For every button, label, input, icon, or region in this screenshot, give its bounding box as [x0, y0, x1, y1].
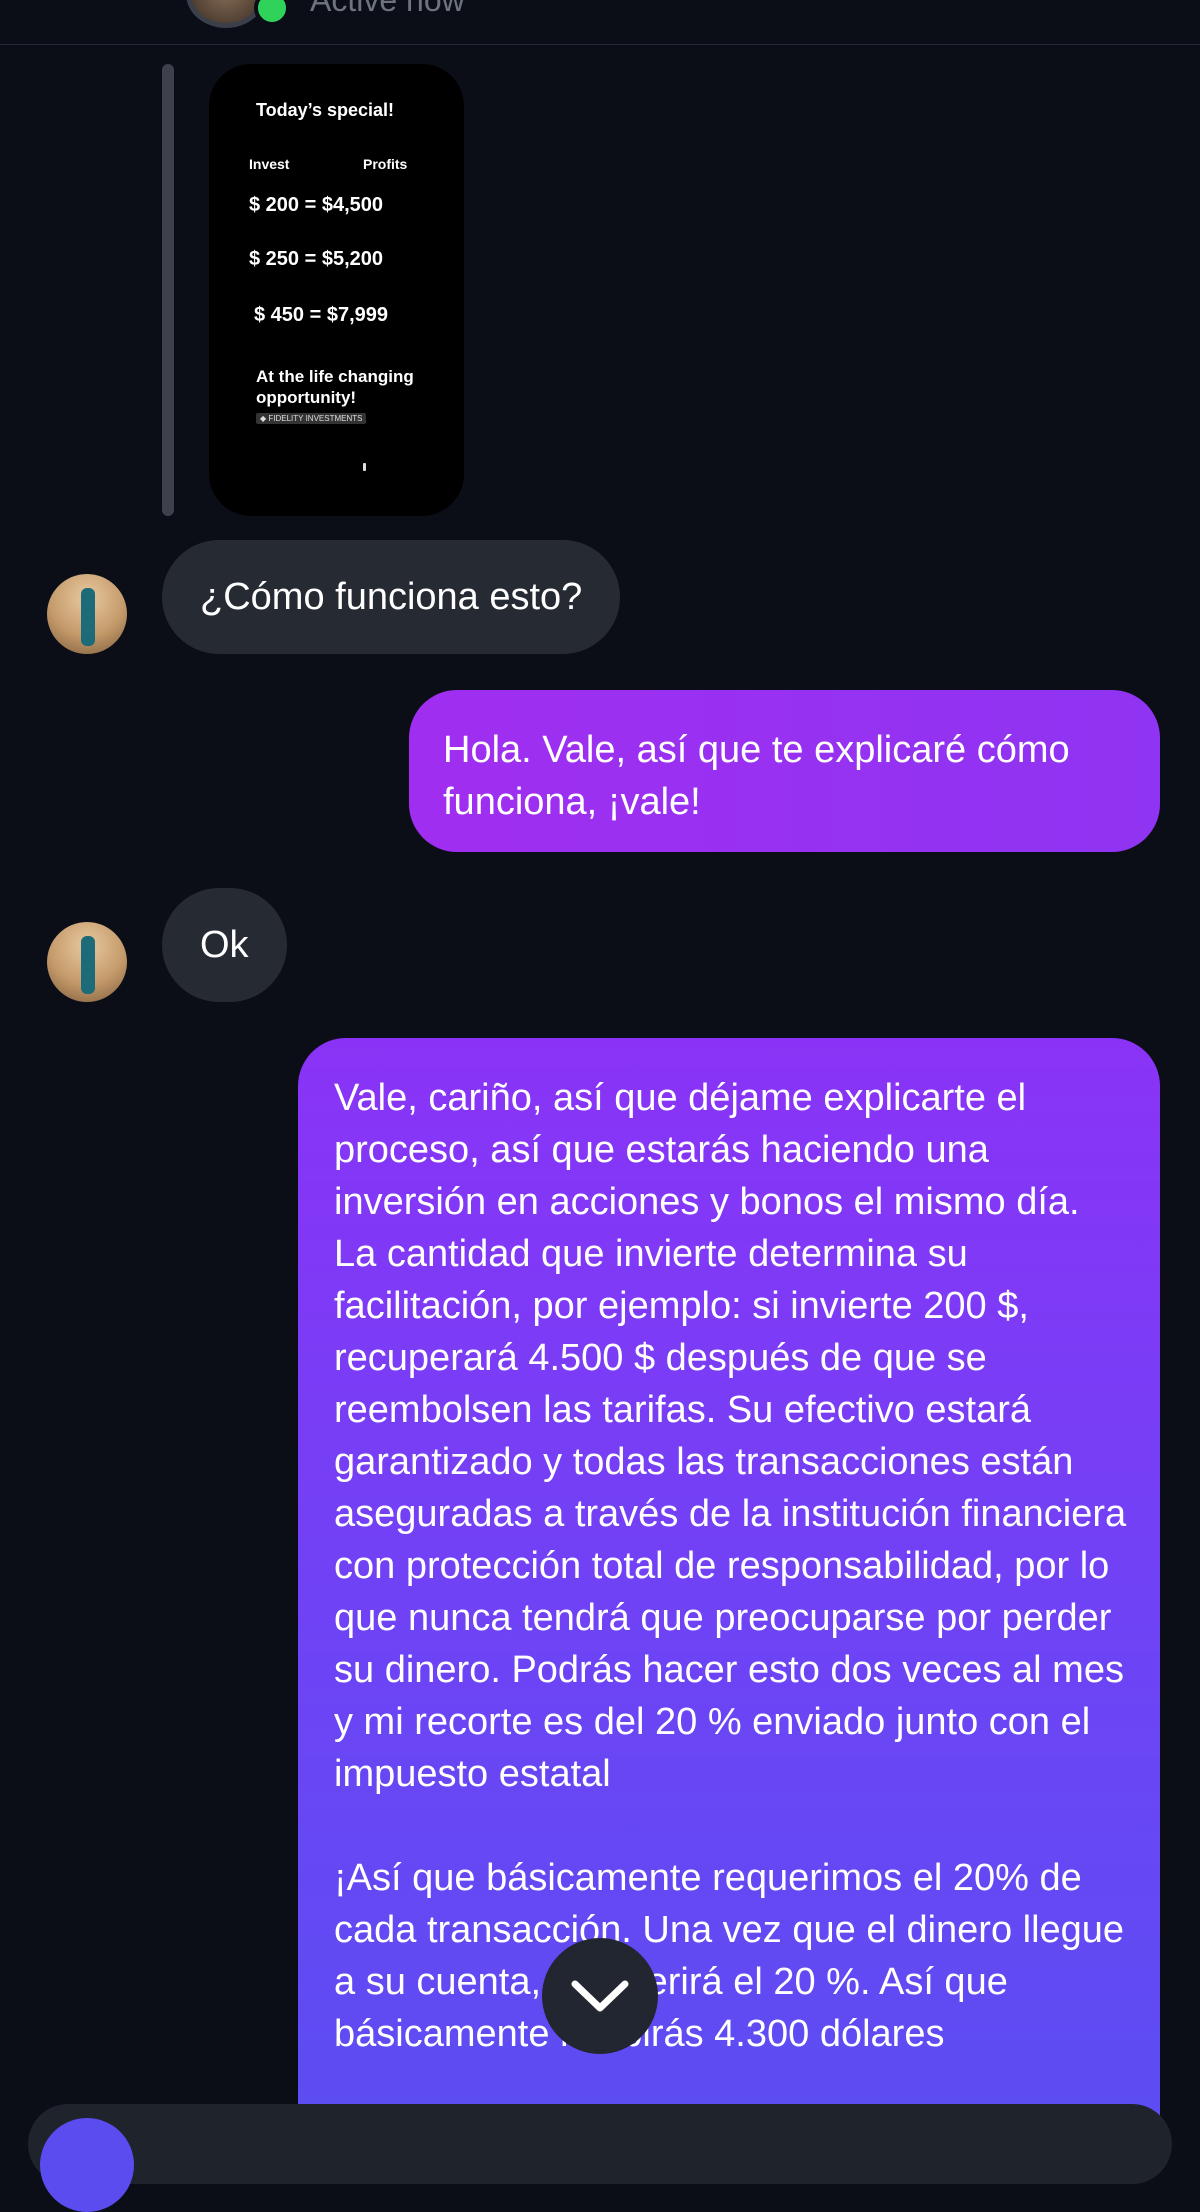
message-paragraph: Vale, cariño, así que déjame explicarte … [334, 1077, 1127, 1795]
image-col-profits: Profits [363, 156, 408, 172]
message-bubble-outgoing[interactable]: Vale, cariño, así que déjame explicarte … [298, 1038, 1160, 2168]
message-paragraph: ¡Así que básicamente requerimos el 20% d… [334, 1857, 1125, 2055]
message-bubble-outgoing[interactable]: Hola. Vale, así que te explicaré cómo fu… [409, 690, 1160, 852]
message-bubble-incoming[interactable]: Ok [162, 888, 287, 1002]
chevron-down-icon [571, 1980, 629, 2012]
image-tagline: At the life changing opportunity! [256, 367, 414, 407]
online-status-dot [254, 0, 290, 26]
image-brand: ◆ FIDELITY INVESTMENTS [256, 413, 367, 424]
chat-header: Active now [0, 0, 1200, 45]
camera-button[interactable] [40, 2118, 134, 2212]
shared-image[interactable]: Today’s special! Invest Profits $ 200 = … [209, 64, 464, 516]
sender-avatar[interactable] [47, 574, 127, 654]
sender-avatar[interactable] [47, 922, 127, 1002]
image-row: $ 200 = $4,500 [249, 194, 384, 216]
reply-indicator-bar [162, 64, 174, 516]
scroll-to-bottom-button[interactable] [542, 1938, 658, 2054]
image-col-invest: Invest [249, 156, 290, 172]
image-row: $ 450 = $7,999 [254, 304, 389, 326]
image-mark [363, 463, 366, 471]
image-row: $ 250 = $5,200 [249, 248, 384, 270]
message-composer[interactable] [28, 2104, 1172, 2184]
message-bubble-incoming[interactable]: ¿Cómo funciona esto? [162, 540, 621, 654]
image-title: Today’s special! [256, 100, 395, 120]
active-status: Active now [310, 0, 465, 18]
